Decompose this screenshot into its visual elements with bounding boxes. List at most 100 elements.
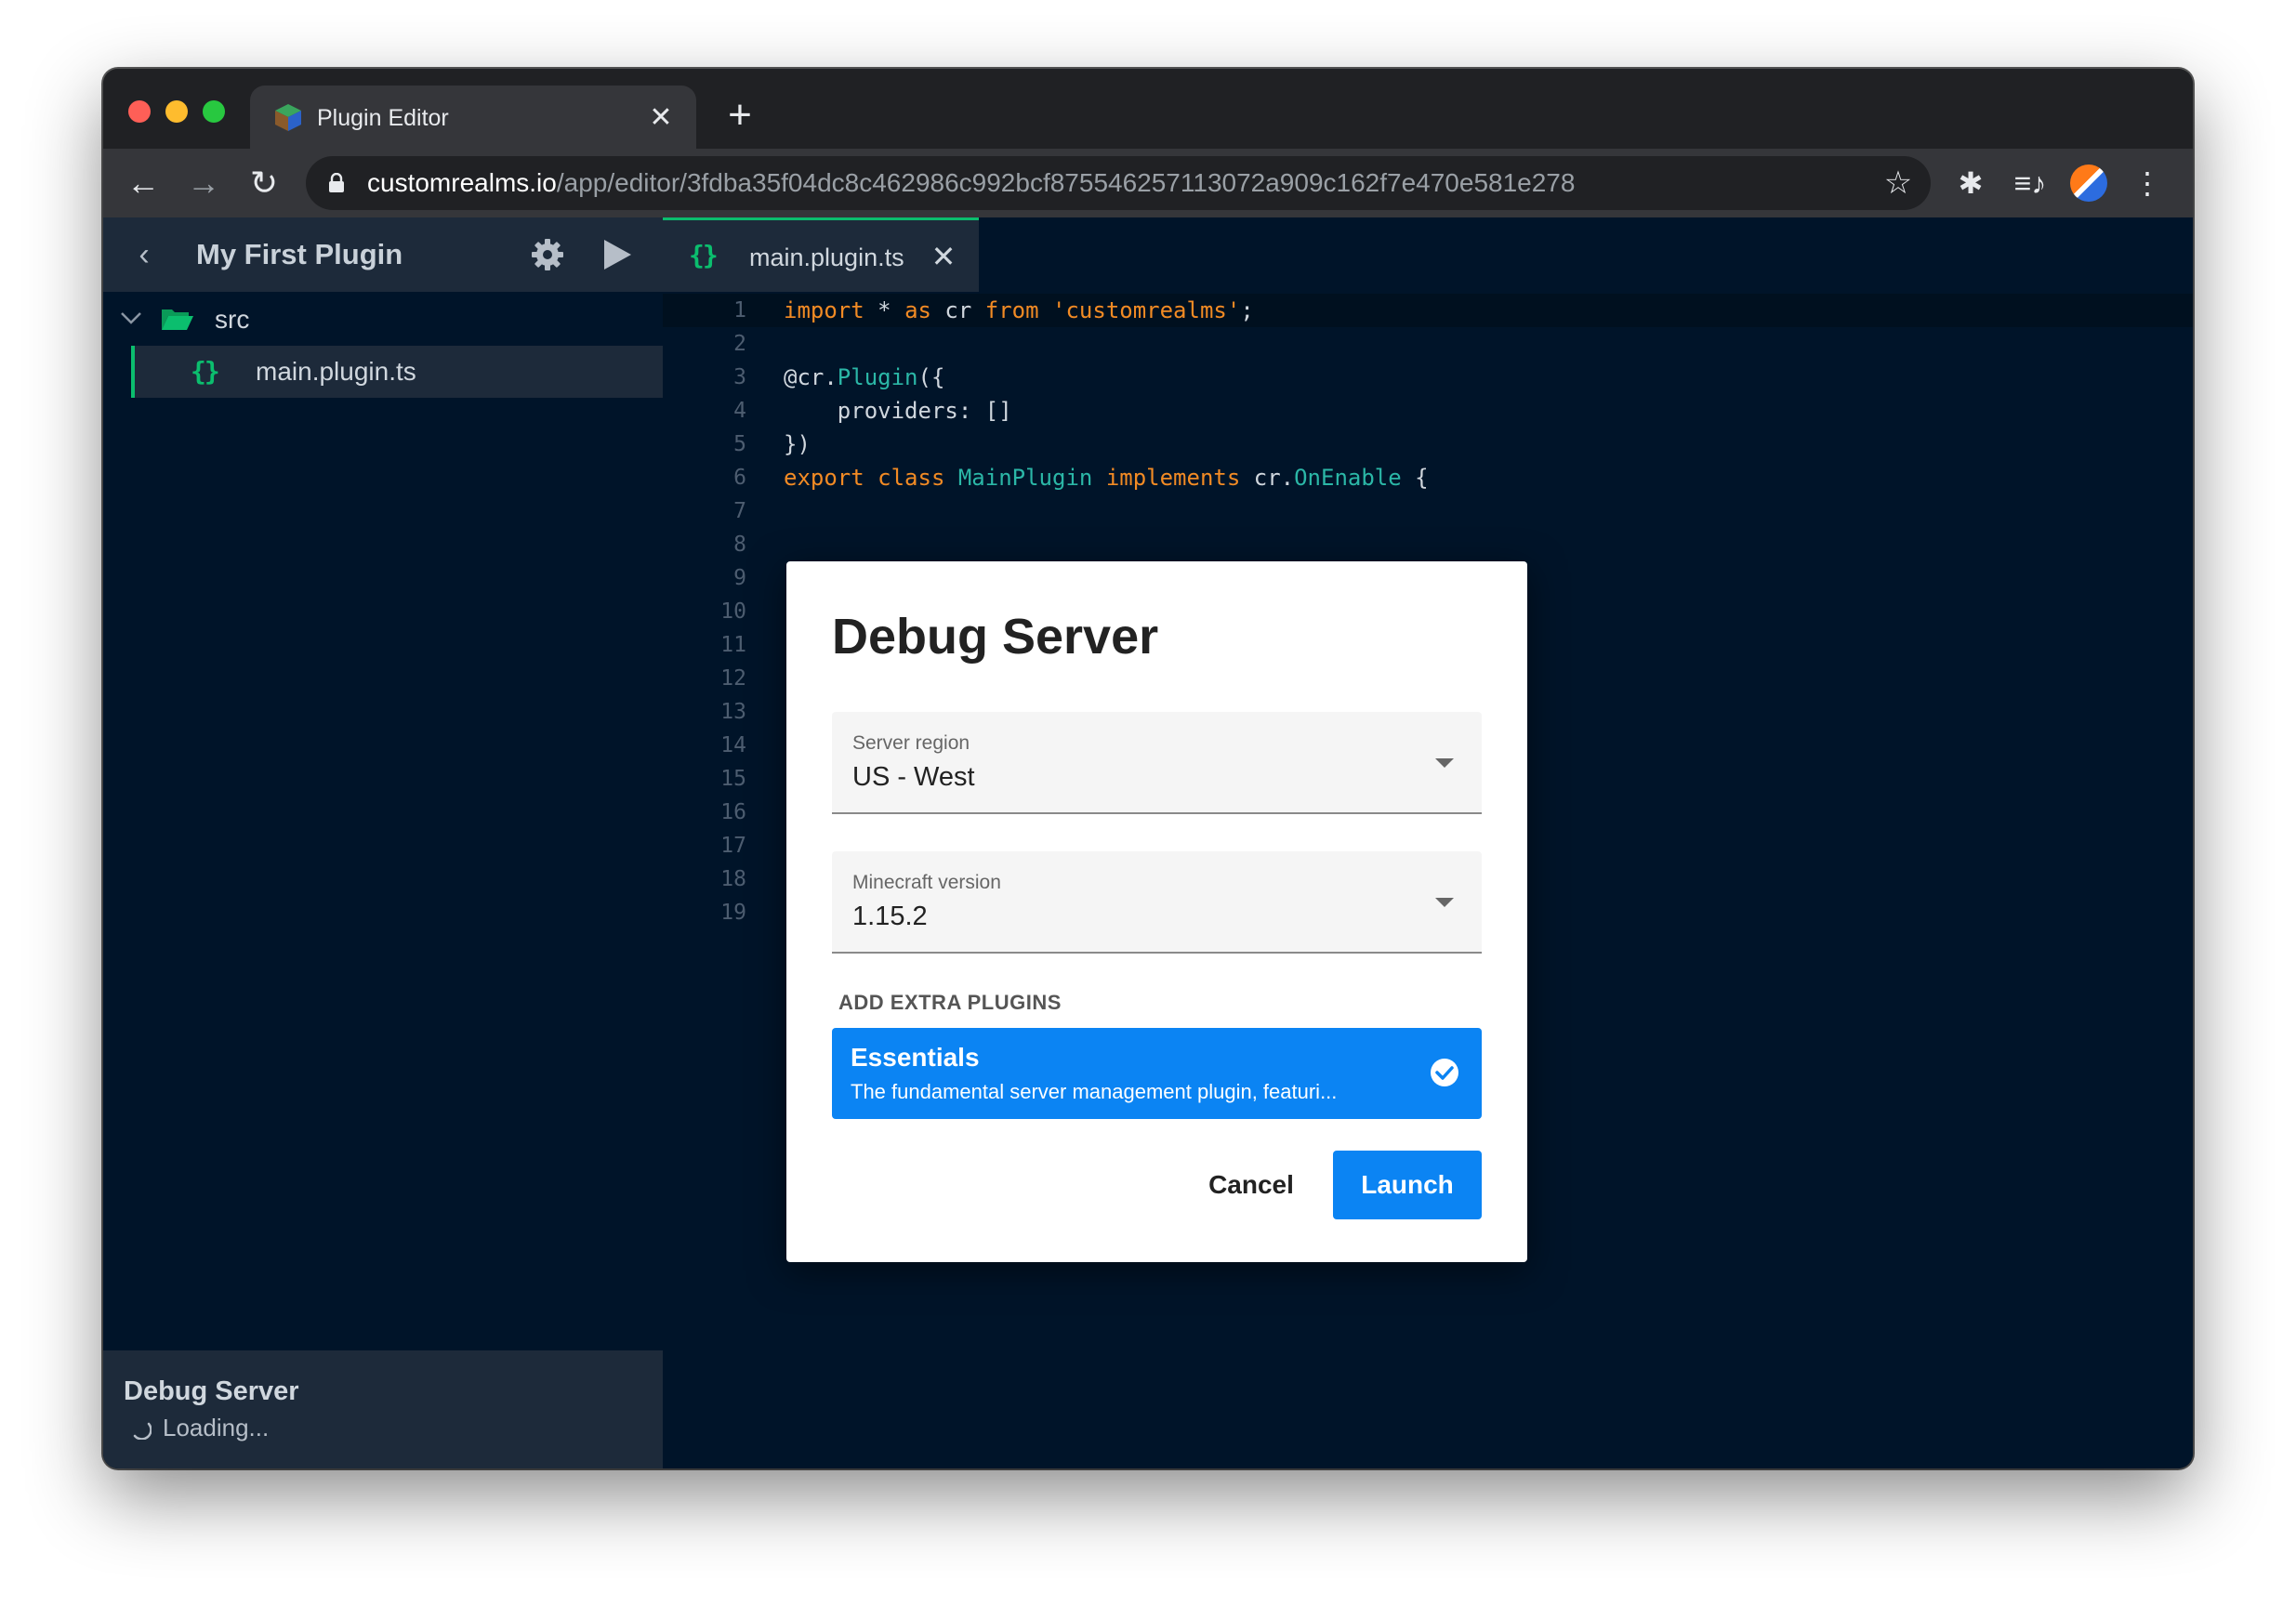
gear-icon[interactable] (530, 237, 565, 272)
code-text: cr (930, 297, 985, 323)
tree-file-main-plugin[interactable]: {} main.plugin.ts (131, 346, 663, 398)
code-text: { (1401, 465, 1429, 491)
code-text: ; (1240, 297, 1254, 323)
browser-menu-icon[interactable]: ⋮ (2126, 162, 2169, 204)
project-name: My First Plugin (196, 238, 403, 270)
url-text[interactable]: customrealms.io/app/editor/3fdba35f04dc8… (367, 156, 1575, 210)
debug-server-title: Debug Server (124, 1376, 299, 1406)
line-number: 4 (733, 399, 746, 423)
code-text: ({ (917, 364, 945, 390)
braces-icon: {} (191, 356, 220, 387)
editor-tab-main-plugin[interactable]: {} main.plugin.ts ✕ (663, 217, 979, 292)
code-text: cr. (1240, 465, 1295, 491)
chevron-left-icon[interactable]: ‹ (125, 236, 163, 273)
code-line: providers: [] (784, 398, 1012, 424)
launch-button[interactable]: Launch (1333, 1151, 1482, 1219)
line-number: 17 (720, 834, 746, 858)
folder-label: src (215, 305, 250, 334)
editor-tab-bar: {} main.plugin.ts ✕ (663, 217, 2193, 292)
server-region-label: Server region (852, 732, 970, 754)
close-window-button[interactable] (128, 100, 151, 123)
debug-server-status-panel: Debug Server Loading... (103, 1350, 663, 1468)
server-region-select[interactable]: Server region US - West (832, 712, 1482, 814)
line-number: 16 (720, 800, 746, 824)
debug-server-status: Loading... (163, 1414, 270, 1441)
code-keyword: implements (1105, 465, 1241, 491)
line-number: 15 (720, 767, 746, 791)
line-number: 6 (733, 466, 746, 490)
plugin-editor-app: ‹ My First Plugin src {} main.plugin.ts … (103, 217, 2193, 1468)
browser-tab[interactable]: Plugin Editor ✕ (250, 86, 696, 151)
url-host: customrealms.io (367, 168, 557, 197)
back-arrow-icon[interactable]: ← (122, 162, 165, 204)
code-string: 'customrealms' (1052, 297, 1241, 323)
extensions-puzzle-icon[interactable]: ✱ (1949, 162, 1992, 204)
line-number: 2 (733, 332, 746, 356)
dropdown-caret-icon (1435, 898, 1454, 907)
zoom-window-button[interactable] (203, 100, 225, 123)
reload-icon[interactable]: ↻ (243, 162, 285, 204)
browser-window: Plugin Editor ✕ + ← → ↻ customrealms.io/… (103, 69, 2193, 1468)
code-identifier: MainPlugin (957, 465, 1093, 491)
bookmark-star-icon[interactable]: ☆ (1882, 167, 1914, 199)
code-text: * (864, 297, 905, 323)
line-number: 12 (720, 666, 746, 691)
line-number: 8 (733, 533, 746, 557)
code-keyword: export (784, 465, 864, 491)
file-label: main.plugin.ts (256, 357, 416, 386)
code-keyword: from (984, 297, 1039, 323)
address-bar[interactable]: customrealms.io/app/editor/3fdba35f04dc8… (306, 156, 1931, 210)
chevron-down-icon[interactable] (118, 305, 144, 331)
plugin-description: The fundamental server management plugin… (851, 1080, 1338, 1103)
line-number: 5 (733, 432, 746, 456)
debug-server-dialog: Debug Server Server region US - West Min… (786, 561, 1527, 1262)
line-number: 14 (720, 733, 746, 757)
code-lines[interactable]: import * as cr from 'customrealms'; @cr.… (784, 294, 1429, 494)
code-identifier: Plugin (837, 364, 918, 390)
code-line: }) (784, 431, 811, 457)
cube-favicon-icon (275, 104, 301, 131)
spinner-icon (133, 1422, 152, 1440)
plugin-option-essentials[interactable]: Essentials The fundamental server manage… (832, 1028, 1482, 1119)
browser-toolbar: ← → ↻ customrealms.io/app/editor/3fdba35… (103, 149, 2193, 217)
code-keyword: as (904, 297, 931, 323)
minimize-window-button[interactable] (165, 100, 188, 123)
tab-close-icon[interactable]: ✕ (646, 103, 676, 133)
line-number: 19 (720, 901, 746, 925)
dropdown-caret-icon (1435, 758, 1454, 768)
tree-folder-src[interactable]: src (103, 294, 663, 346)
minecraft-version-label: Minecraft version (852, 872, 1001, 893)
profile-avatar[interactable] (2070, 165, 2107, 202)
code-line: import * as cr from 'customrealms'; (784, 294, 1429, 327)
line-number: 9 (733, 566, 746, 590)
cancel-button[interactable]: Cancel (1172, 1151, 1330, 1219)
line-number-gutter: 1 2 3 4 5 6 7 8 9 10 11 12 13 14 15 16 1 (663, 294, 746, 929)
code-keyword: import (784, 297, 864, 323)
sidebar-header: ‹ My First Plugin (103, 217, 663, 292)
minecraft-version-select[interactable]: Minecraft version 1.15.2 (832, 851, 1482, 954)
forward-arrow-icon[interactable]: → (182, 162, 225, 204)
media-control-icon[interactable]: ≡♪ (2009, 162, 2052, 204)
code-line: export class MainPlugin implements cr.On… (784, 461, 1429, 494)
line-number: 10 (720, 599, 746, 624)
new-tab-button[interactable]: + (719, 95, 760, 136)
code-keyword: class (877, 465, 945, 491)
title-bar: Plugin Editor ✕ + (103, 69, 2193, 151)
folder-open-icon (162, 309, 193, 330)
server-region-value: US - West (852, 762, 975, 792)
line-number: 7 (733, 499, 746, 523)
close-icon[interactable]: ✕ (927, 240, 960, 273)
check-circle-icon[interactable] (1429, 1057, 1460, 1088)
code-line: @cr.Plugin({ (784, 361, 1429, 394)
extra-plugins-heading: ADD EXTRA PLUGINS (838, 991, 1062, 1014)
plugin-name: Essentials (851, 1043, 980, 1072)
sidebar: ‹ My First Plugin src {} main.plugin.ts … (103, 217, 663, 1468)
editor-tab-label: main.plugin.ts (749, 244, 904, 271)
line-number: 3 (733, 365, 746, 389)
play-icon[interactable] (601, 238, 633, 271)
